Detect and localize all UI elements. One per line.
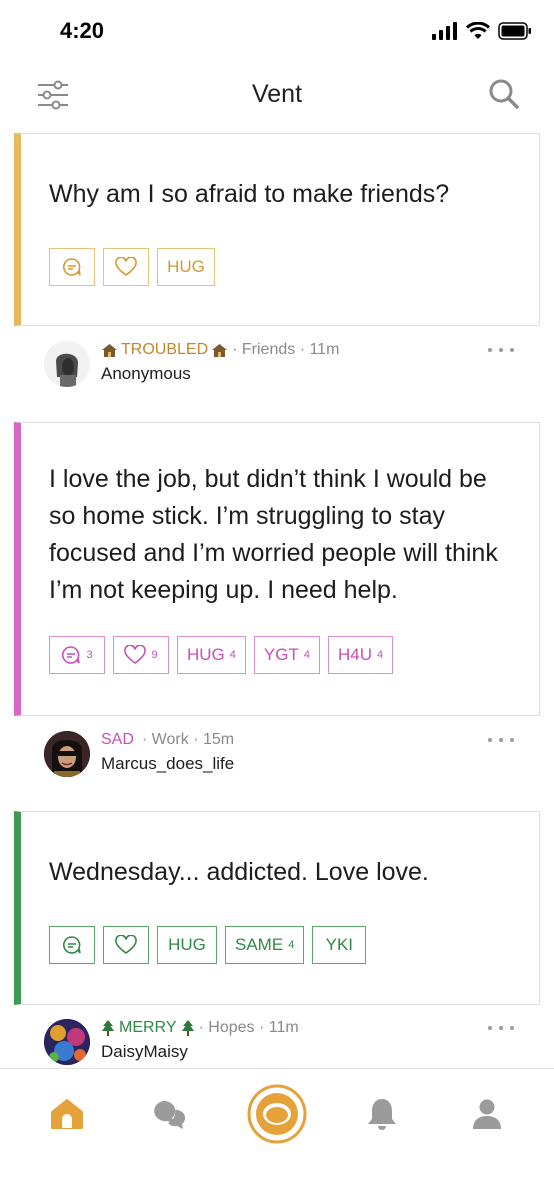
post-category-time: · Friends · 11m — [232, 341, 340, 358]
mood-tag[interactable]: SAD — [101, 731, 134, 749]
ygt-label: YGT — [263, 645, 299, 664]
comment-icon — [63, 936, 81, 954]
comment-icon — [63, 258, 81, 276]
comment-button[interactable]: 3 — [49, 636, 105, 674]
reaction-bar: HUG — [49, 248, 215, 286]
vent-mouth-icon — [247, 1084, 307, 1144]
hug-label: HUG — [187, 645, 225, 664]
hug-label: HUG — [167, 257, 205, 276]
post-category-time: · Hopes · 11m — [198, 1019, 299, 1036]
house-icon — [212, 343, 228, 357]
battery-icon — [498, 22, 531, 40]
like-button[interactable] — [103, 248, 149, 286]
tab-home[interactable] — [22, 1069, 112, 1159]
home-icon — [51, 1099, 83, 1129]
post-card[interactable]: Why am I so afraid to make friends? HUG — [14, 133, 540, 326]
hug-count: 4 — [229, 649, 236, 661]
chat-bubbles-icon — [154, 1100, 185, 1129]
h4u-button[interactable]: H4U 4 — [327, 636, 394, 674]
heart-icon — [115, 257, 137, 276]
post-category-time: · Work · 15m — [141, 731, 235, 748]
hug-button[interactable]: HUG — [157, 248, 215, 286]
post-text: I love the job, but didn’t think I would… — [49, 465, 498, 604]
search-icon — [489, 79, 519, 109]
h4u-label: H4U — [337, 645, 372, 664]
mood-line: SAD · Work · 15m — [101, 731, 234, 749]
hug-button[interactable]: HUG — [157, 926, 217, 964]
post-meta: TROUBLED · Friends · 11m Anonymous — [44, 341, 520, 391]
profile-icon — [473, 1099, 501, 1129]
status-bar: 4:20 — [0, 0, 554, 64]
post-card[interactable]: Wednesday... addicted. Love love. HUG SA… — [14, 811, 540, 1005]
more-options-button[interactable] — [488, 343, 514, 357]
mood-tag[interactable]: MERRY — [119, 1019, 177, 1037]
status-icons — [432, 22, 532, 40]
same-count: 4 — [288, 939, 295, 951]
like-button[interactable]: 9 — [113, 636, 169, 674]
avatar[interactable] — [44, 1019, 90, 1065]
post-text: Wednesday... addicted. Love love. — [49, 858, 429, 886]
search-button[interactable] — [486, 76, 522, 112]
bell-icon — [368, 1099, 396, 1130]
tree-icon — [102, 1019, 114, 1036]
yki-label: YKI — [325, 935, 354, 954]
ygt-count: 4 — [303, 649, 310, 661]
avatar-image — [44, 731, 90, 777]
avatar[interactable] — [44, 731, 90, 777]
comment-button[interactable] — [49, 926, 95, 964]
tab-notifications[interactable] — [337, 1069, 427, 1159]
post-card[interactable]: I love the job, but didn’t think I would… — [14, 422, 540, 716]
tab-bar — [0, 1068, 554, 1200]
heart-icon — [115, 935, 137, 954]
like-button[interactable] — [103, 926, 149, 964]
nav-bar: Vent — [0, 64, 554, 126]
reaction-bar: HUG SAME 4 YKI — [49, 926, 367, 964]
more-options-button[interactable] — [488, 733, 514, 747]
avatar-image — [44, 341, 90, 387]
yki-button[interactable]: YKI — [312, 926, 367, 964]
avatar[interactable] — [44, 341, 90, 387]
mood-line: TROUBLED · Friends · 11m — [101, 341, 339, 359]
ygt-button[interactable]: YGT 4 — [253, 636, 320, 674]
h4u-count: 4 — [377, 649, 384, 661]
same-button[interactable]: SAME 4 — [225, 926, 305, 964]
house-icon — [102, 343, 117, 357]
comment-icon — [62, 646, 81, 664]
wifi-icon — [466, 22, 490, 39]
comment-count: 3 — [86, 649, 93, 661]
same-label: SAME — [235, 935, 284, 954]
cellular-signal-icon — [432, 22, 457, 40]
status-time: 4:20 — [60, 18, 105, 43]
mood-tag[interactable]: TROUBLED — [121, 341, 208, 359]
post-meta: SAD · Work · 15m Marcus_does_life — [44, 731, 520, 781]
username[interactable]: Anonymous — [101, 364, 191, 384]
post-text: Why am I so afraid to make friends? — [49, 180, 450, 208]
tab-messages[interactable] — [122, 1069, 212, 1159]
tab-vent[interactable] — [232, 1069, 322, 1159]
tree-icon — [181, 1019, 194, 1036]
comment-button[interactable] — [49, 248, 95, 286]
like-count: 9 — [151, 649, 158, 661]
avatar-image — [44, 1019, 90, 1065]
more-options-button[interactable] — [488, 1021, 514, 1035]
heart-icon — [124, 645, 147, 664]
username[interactable]: DaisyMaisy — [101, 1042, 188, 1062]
hug-button[interactable]: HUG 4 — [177, 636, 246, 674]
reaction-bar: 3 9 HUG 4 YGT 4 H4U 4 — [49, 636, 394, 674]
username[interactable]: Marcus_does_life — [101, 754, 234, 774]
tab-profile[interactable] — [442, 1069, 532, 1159]
hug-label: HUG — [168, 935, 206, 954]
post-meta: MERRY · Hopes · 11m DaisyMaisy — [44, 1019, 520, 1069]
page-title: Vent — [251, 80, 303, 108]
mood-line: MERRY · Hopes · 11m — [101, 1019, 299, 1037]
